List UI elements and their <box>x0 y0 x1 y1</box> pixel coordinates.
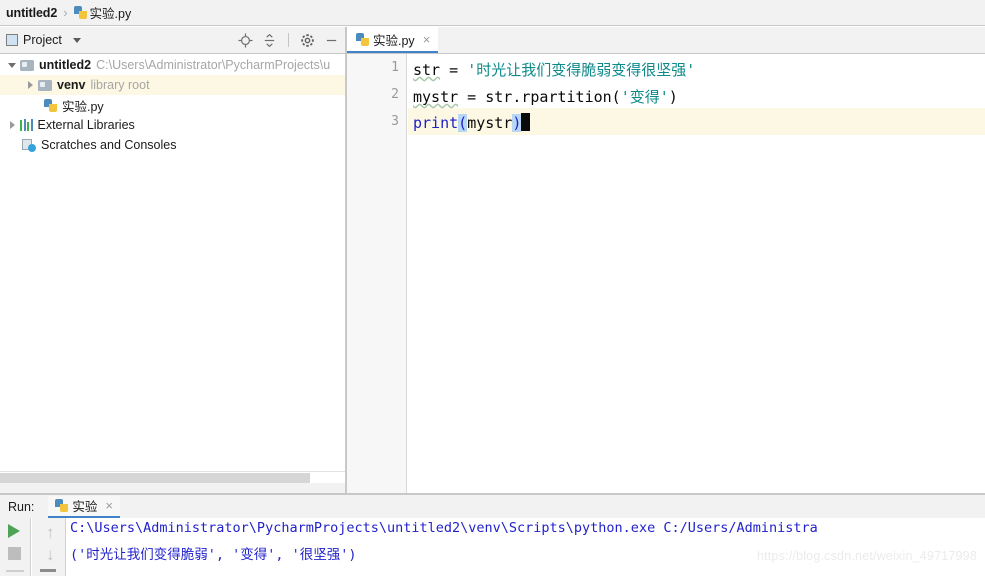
chevron-right-icon[interactable] <box>4 121 20 129</box>
code-line-3[interactable]: print(mystr) <box>413 113 531 132</box>
code-line-1[interactable]: str = '时光让我们变得脆弱变得很坚强' <box>413 59 695 80</box>
breadcrumb: untitled2 › 实验.py <box>0 0 985 26</box>
code-line-2[interactable]: mystr = str.rpartition('变得') <box>413 86 678 107</box>
line-number: 1 <box>391 60 399 75</box>
code-token-operator: = <box>440 61 468 79</box>
project-panel-title[interactable]: Project <box>6 33 81 47</box>
close-icon[interactable]: × <box>105 498 113 513</box>
code-token-variable: mystr <box>413 88 459 106</box>
tree-node-scratches-and-consoles[interactable]: Scratches and Consoles <box>0 135 345 155</box>
tree-node-external-libraries[interactable]: External Libraries <box>0 115 345 135</box>
collapse-all-icon[interactable] <box>262 33 277 48</box>
minimize-icon[interactable] <box>324 33 339 48</box>
code-token-operator: = <box>458 88 486 106</box>
run-panel-header: Run: 实验 × <box>0 495 985 518</box>
code-token-paren-close: ) <box>512 114 522 132</box>
line-number: 2 <box>391 87 399 102</box>
run-tab-shiyan[interactable]: 实验 × <box>48 495 121 518</box>
project-toolbar-icons <box>238 32 339 48</box>
code-token-variable: str <box>413 61 441 79</box>
run-controls-primary <box>0 518 31 576</box>
console-line: ('时光让我们变得脆弱', '变得', '很坚强') <box>70 547 357 563</box>
libraries-icon <box>20 119 33 131</box>
code-token-paren: ) <box>668 88 678 106</box>
code-token-argument: mystr <box>467 114 513 132</box>
close-icon[interactable]: × <box>423 32 431 47</box>
scratches-icon <box>22 138 36 152</box>
python-file-icon <box>356 32 369 46</box>
scrollbar-thumb[interactable] <box>0 473 310 483</box>
project-tree[interactable]: untitled2 C:\Users\Administrator\Pycharm… <box>0 55 345 471</box>
tree-label: venv <box>57 78 86 92</box>
project-panel-icon <box>6 34 18 46</box>
line-number: 3 <box>391 114 399 129</box>
folder-icon <box>38 79 52 91</box>
run-controls-secondary: ↑ ↓ <box>32 518 66 576</box>
gear-icon[interactable] <box>300 33 315 48</box>
tree-label: External Libraries <box>37 118 135 132</box>
tree-detail: library root <box>90 78 150 92</box>
separator-line <box>6 570 24 572</box>
project-horizontal-scrollbar[interactable] <box>0 471 345 483</box>
locate-target-icon[interactable] <box>238 32 253 48</box>
tree-label: untitled2 <box>39 58 92 72</box>
toolbar-divider <box>288 33 289 47</box>
console-line: C:\Users\Administrator\PycharmProjects\u… <box>70 520 818 536</box>
code-token-call: str.rpartition( <box>485 88 621 106</box>
code-editor[interactable]: 1 2 3 str = '时光让我们变得脆弱变得很坚强' mystr = str… <box>347 54 985 493</box>
breadcrumb-project[interactable]: untitled2 <box>6 6 57 20</box>
pycharm-window: untitled2 › 实验.py Project untitled2 C:\U… <box>0 0 985 576</box>
python-file-icon <box>44 98 57 112</box>
project-panel-footer <box>0 483 345 493</box>
code-token-function: print <box>413 114 459 132</box>
editor-tab-label: 实验.py <box>373 33 415 48</box>
run-tab-label: 实验 <box>72 500 98 514</box>
code-token-paren-open: ( <box>458 114 468 132</box>
python-file-icon <box>73 6 87 19</box>
rerun-button[interactable] <box>8 524 20 538</box>
folder-icon <box>20 59 34 71</box>
text-caret <box>521 113 531 131</box>
chevron-down-icon[interactable] <box>4 63 20 68</box>
chevron-down-icon[interactable] <box>72 37 81 43</box>
code-token-string: '时光让我们变得脆弱变得很坚强' <box>467 61 696 79</box>
tree-label: 实验.py <box>62 99 104 114</box>
soft-wrap-button[interactable] <box>40 569 56 572</box>
project-panel-label: Project <box>23 33 62 47</box>
tree-node-venv[interactable]: venv library root <box>0 75 345 95</box>
breadcrumb-separator: › <box>63 5 68 20</box>
chevron-right-icon[interactable] <box>22 81 38 89</box>
editor-tab-shiyan-py[interactable]: 实验.py × <box>347 27 439 53</box>
editor-tabbar: 实验.py × <box>347 27 985 54</box>
scroll-down-button[interactable]: ↓ <box>46 546 55 563</box>
breadcrumb-file-label: 实验.py <box>89 7 132 21</box>
tree-label: Scratches and Consoles <box>41 138 177 152</box>
code-token-string: '变得' <box>620 88 669 106</box>
tree-node-untitled2[interactable]: untitled2 C:\Users\Administrator\Pycharm… <box>0 55 345 75</box>
tree-detail: C:\Users\Administrator\PycharmProjects\u <box>96 58 331 72</box>
breadcrumb-file[interactable]: 实验.py <box>73 3 132 22</box>
scroll-up-button[interactable]: ↑ <box>46 524 55 541</box>
stop-button[interactable] <box>8 547 21 560</box>
run-console[interactable]: ↑ ↓ C:\Users\Administrator\PycharmProjec… <box>0 518 985 576</box>
project-toolbar: Project <box>0 27 345 54</box>
watermark: https://blog.csdn.net/weixin_49717998 <box>756 549 977 563</box>
run-panel-label: Run: <box>8 499 35 514</box>
python-file-icon <box>55 499 69 512</box>
tree-node-shiyan-py[interactable]: 实验.py <box>0 95 345 115</box>
editor-gutter[interactable]: 1 2 3 <box>347 54 407 493</box>
